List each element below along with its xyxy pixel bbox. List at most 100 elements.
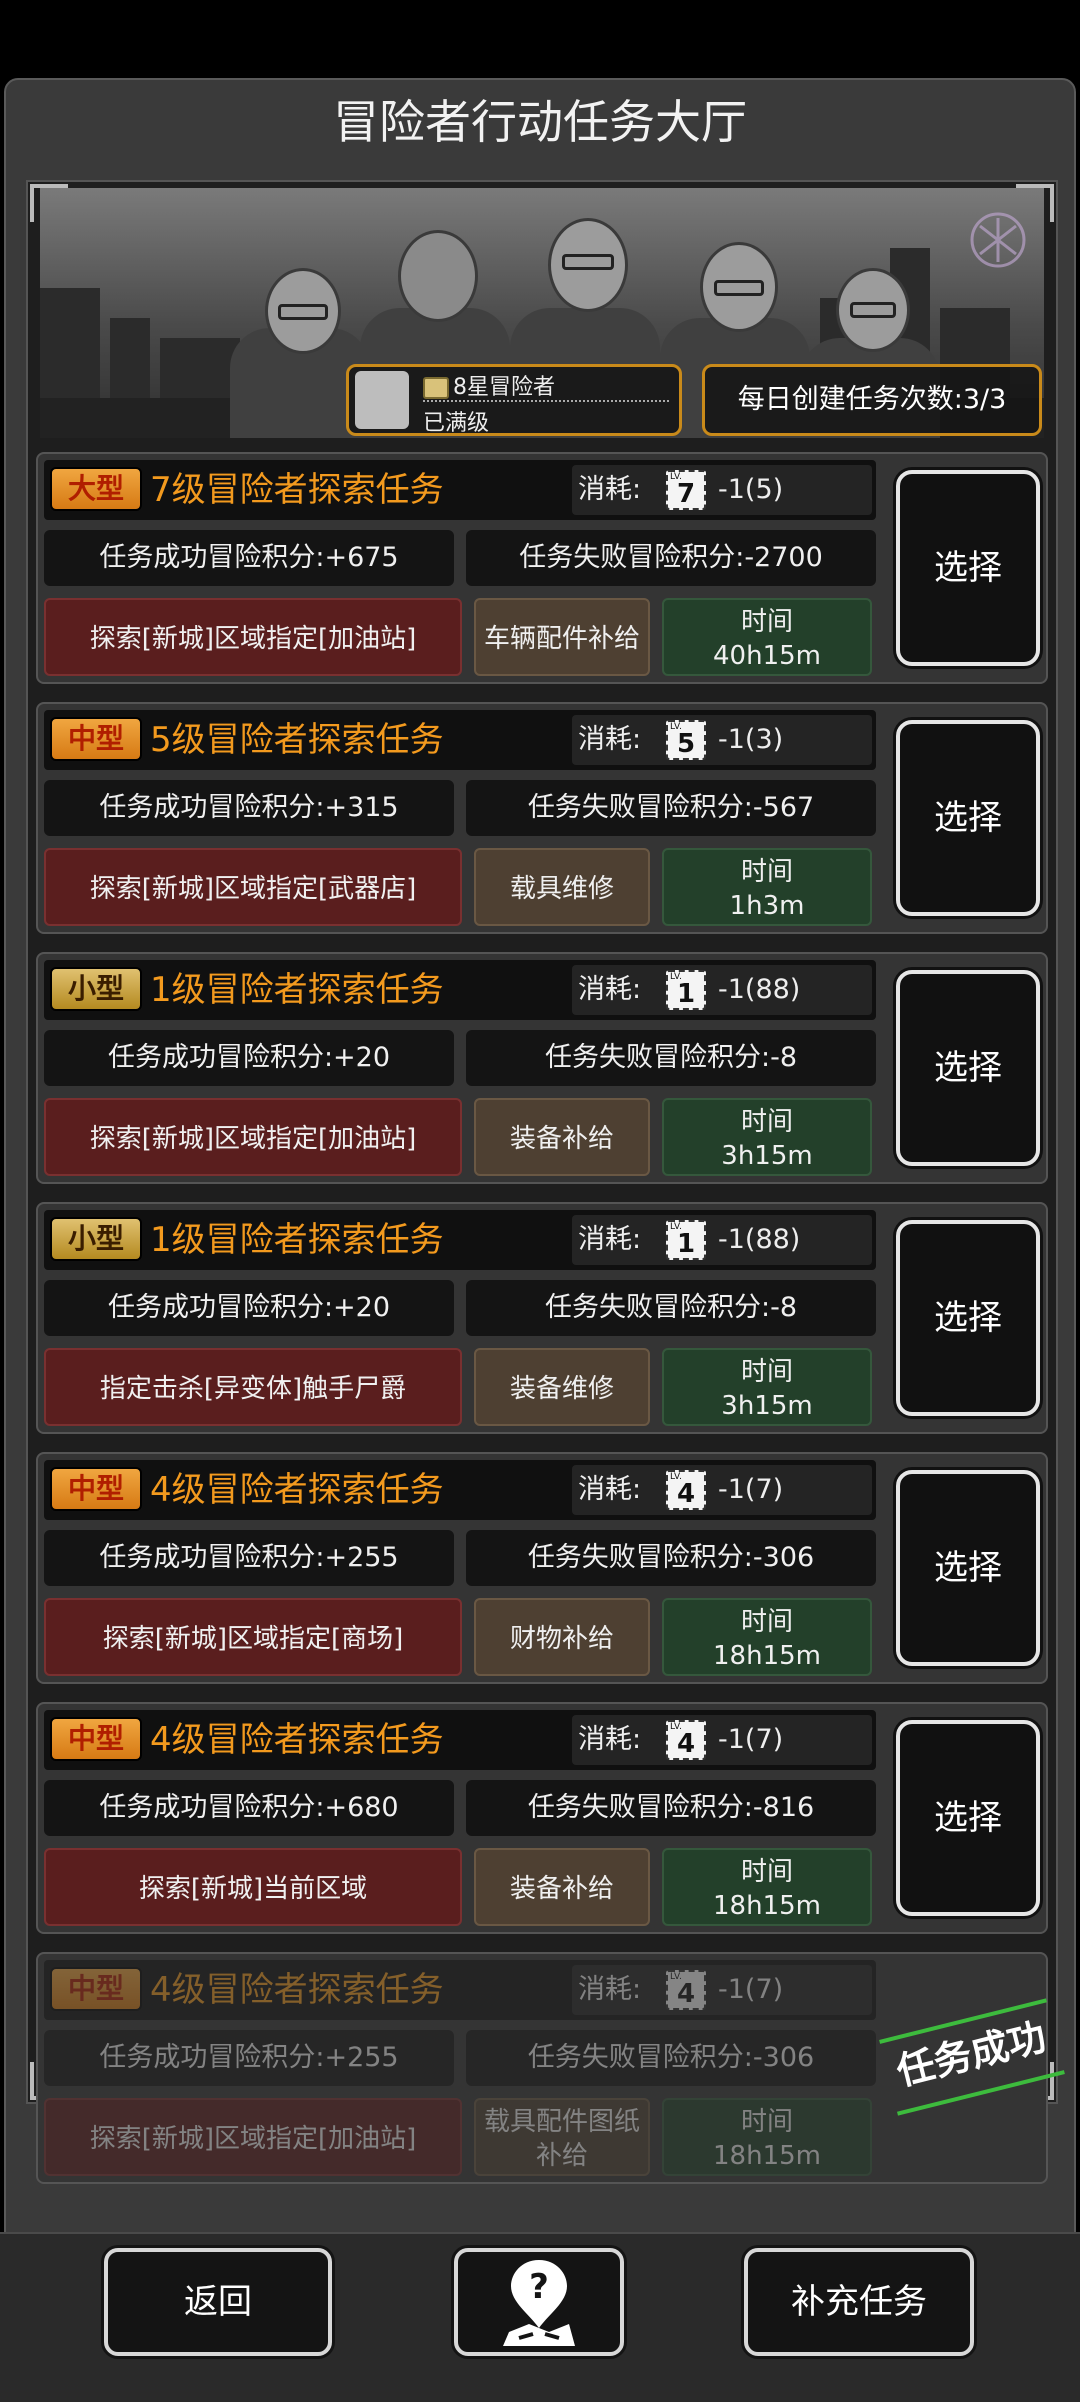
time-label: 时间 — [740, 1107, 793, 1137]
success-points: 任务成功冒险积分:+255 — [44, 1530, 454, 1586]
failure-points: 任务失败冒险积分:-8 — [466, 1280, 876, 1336]
time-label: 时间 — [740, 607, 793, 637]
time-label: 时间 — [740, 1607, 793, 1637]
mission-time: 时间 18h15m — [662, 1848, 872, 1926]
time-value: 1h3m — [729, 891, 805, 921]
mission-cost: 消耗: LV. 1 -1(88) — [572, 1215, 872, 1265]
mission-time: 时间 1h3m — [662, 848, 872, 926]
mission-size-badge: 中型 — [50, 1467, 142, 1511]
mission-size-badge: 大型 — [50, 467, 142, 511]
page-title: 冒险者行动任务大厅 — [333, 95, 747, 149]
success-points: 任务成功冒险积分:+20 — [44, 1030, 454, 1086]
mission-reward: 装备维修 — [474, 1348, 650, 1426]
success-points: 任务成功冒险积分:+20 — [44, 1280, 454, 1336]
ticket-level: 1 — [676, 1229, 696, 1259]
level-ticket-icon: LV. 4 — [666, 1970, 706, 2010]
mission-card: 小型 1级冒险者探索任务 消耗: LV. 1 -1(88) 任务成功冒险积分:+20 任务失败… — [36, 1202, 1048, 1434]
select-mission-button[interactable]: 选择 — [896, 1470, 1040, 1666]
time-label: 时间 — [740, 1357, 793, 1387]
time-value: 3h15m — [721, 1141, 813, 1171]
mission-header: 中型 4级冒险者探索任务 消耗: LV. 4 -1(7) — [44, 1960, 876, 2020]
time-value: 18h15m — [713, 1641, 821, 1671]
success-points: 任务成功冒险积分:+675 — [44, 530, 454, 586]
mission-time: 时间 3h15m — [662, 1348, 872, 1426]
mission-title: 1级冒险者探索任务 — [150, 970, 444, 1010]
time-value: 18h15m — [713, 2141, 821, 2171]
cost-value: -1(3) — [718, 724, 784, 755]
cost-value: -1(7) — [718, 1474, 784, 1505]
failure-points: 任务失败冒险积分:-8 — [466, 1030, 876, 1086]
mission-title: 1级冒险者探索任务 — [150, 1220, 444, 1260]
mission-panel: 8星冒险者 已满级 每日创建任务次数:3/3 大型 7级冒险者探索任务 消耗: LV.… — [26, 180, 1065, 2184]
back-button[interactable]: 返回 — [104, 2248, 332, 2356]
bottom-bar: 返回 ? 补充任务 — [0, 2232, 1080, 2402]
mission-time: 时间 40h15m — [662, 598, 872, 676]
select-mission-button[interactable]: 选择 — [896, 1220, 1040, 1416]
select-mission-button[interactable]: 选择 — [896, 470, 1040, 666]
mission-location: 探索[新城]区域指定[加油站] — [44, 2098, 462, 2176]
mission-cost: 消耗: LV. 5 -1(3) — [572, 715, 872, 765]
mission-size-badge: 小型 — [50, 967, 142, 1011]
cost-value: -1(7) — [718, 1974, 784, 2005]
svg-text:?: ? — [529, 2267, 549, 2307]
mission-cost: 消耗: LV. 1 -1(88) — [572, 965, 872, 1015]
failure-points: 任务失败冒险积分:-567 — [466, 780, 876, 836]
mission-header: 小型 1级冒险者探索任务 消耗: LV. 1 -1(88) — [44, 1210, 876, 1270]
adventurer-banner: 8星冒险者 已满级 每日创建任务次数:3/3 — [40, 188, 1044, 438]
mission-location: 探索[新城]区域指定[加油站] — [44, 1098, 462, 1176]
mission-success-stamp: 任务成功 — [879, 1998, 1065, 2116]
mission-size-badge: 中型 — [50, 1967, 142, 2011]
mission-cost: 消耗: LV. 4 -1(7) — [572, 1465, 872, 1515]
mission-location: 探索[新城]区域指定[商场] — [44, 1598, 462, 1676]
mission-card-completed: 中型 4级冒险者探索任务 消耗: LV. 4 -1(7) 任务成功冒险积分:+255 任务失败… — [36, 1952, 1065, 2184]
mission-reward: 载具维修 — [474, 848, 650, 926]
mission-title: 4级冒险者探索任务 — [150, 1720, 444, 1760]
cost-value: -1(88) — [718, 974, 801, 1005]
mission-reward: 装备补给 — [474, 1098, 650, 1176]
mission-card: 小型 1级冒险者探索任务 消耗: LV. 1 -1(88) 任务成功冒险积分:+20 任务失败… — [36, 952, 1048, 1184]
select-mission-button[interactable]: 选择 — [896, 970, 1040, 1166]
cost-label: 消耗: — [578, 1474, 642, 1505]
mission-card: 中型 4级冒险者探索任务 消耗: LV. 4 -1(7) 任务成功冒险积分:+680 任务失败… — [36, 1702, 1048, 1934]
level-ticket-icon: LV. 7 — [666, 470, 706, 510]
level-ticket-icon: LV. 4 — [666, 1470, 706, 1510]
mission-card: 大型 7级冒险者探索任务 消耗: LV. 7 -1(5) 任务成功冒险积分:+675 任务失败… — [36, 452, 1048, 684]
time-value: 40h15m — [713, 641, 821, 671]
select-mission-button[interactable]: 选择 — [896, 720, 1040, 916]
mission-reward: 车辆配件补给 — [474, 598, 650, 676]
adventurer-rank-box: 8星冒险者 已满级 — [346, 364, 682, 436]
mission-title: 4级冒险者探索任务 — [150, 1470, 444, 1510]
daily-create-count: 每日创建任务次数:3/3 — [702, 364, 1042, 436]
success-points: 任务成功冒险积分:+315 — [44, 780, 454, 836]
help-button[interactable]: ? — [454, 2248, 624, 2356]
mission-location: 探索[新城]区域指定[加油站] — [44, 598, 462, 676]
rank-crown-icon — [423, 377, 449, 399]
ticket-level: 4 — [676, 1729, 696, 1759]
level-ticket-icon: LV. 4 — [666, 1720, 706, 1760]
success-points: 任务成功冒险积分:+680 — [44, 1780, 454, 1836]
time-value: 3h15m — [721, 1391, 813, 1421]
help-map-icon: ? — [503, 2260, 575, 2346]
rank-name: 8星冒险者 — [453, 375, 555, 400]
mission-location: 探索[新城]区域指定[武器店] — [44, 848, 462, 926]
mission-size-badge: 中型 — [50, 1717, 142, 1761]
select-mission-button[interactable]: 选择 — [896, 1720, 1040, 1916]
mission-time: 时间 3h15m — [662, 1098, 872, 1176]
failure-points: 任务失败冒险积分:-306 — [466, 1530, 876, 1586]
mission-cost: 消耗: LV. 4 -1(7) — [572, 1715, 872, 1765]
cost-value: -1(7) — [718, 1724, 784, 1755]
failure-points: 任务失败冒险积分:-2700 — [466, 530, 876, 586]
refill-missions-button[interactable]: 补充任务 — [744, 2248, 974, 2356]
mission-size-badge: 中型 — [50, 717, 142, 761]
mission-reward: 财物补给 — [474, 1598, 650, 1676]
cost-label: 消耗: — [578, 1224, 642, 1255]
time-label: 时间 — [740, 1857, 793, 1887]
ticket-level: 7 — [676, 479, 696, 509]
cost-label: 消耗: — [578, 474, 642, 505]
faction-emblem-icon — [970, 212, 1026, 268]
mission-title: 5级冒险者探索任务 — [150, 720, 444, 760]
cost-label: 消耗: — [578, 974, 642, 1005]
success-points: 任务成功冒险积分:+255 — [44, 2030, 454, 2086]
mission-header: 大型 7级冒险者探索任务 消耗: LV. 7 -1(5) — [44, 460, 876, 520]
time-label: 时间 — [740, 2107, 793, 2137]
